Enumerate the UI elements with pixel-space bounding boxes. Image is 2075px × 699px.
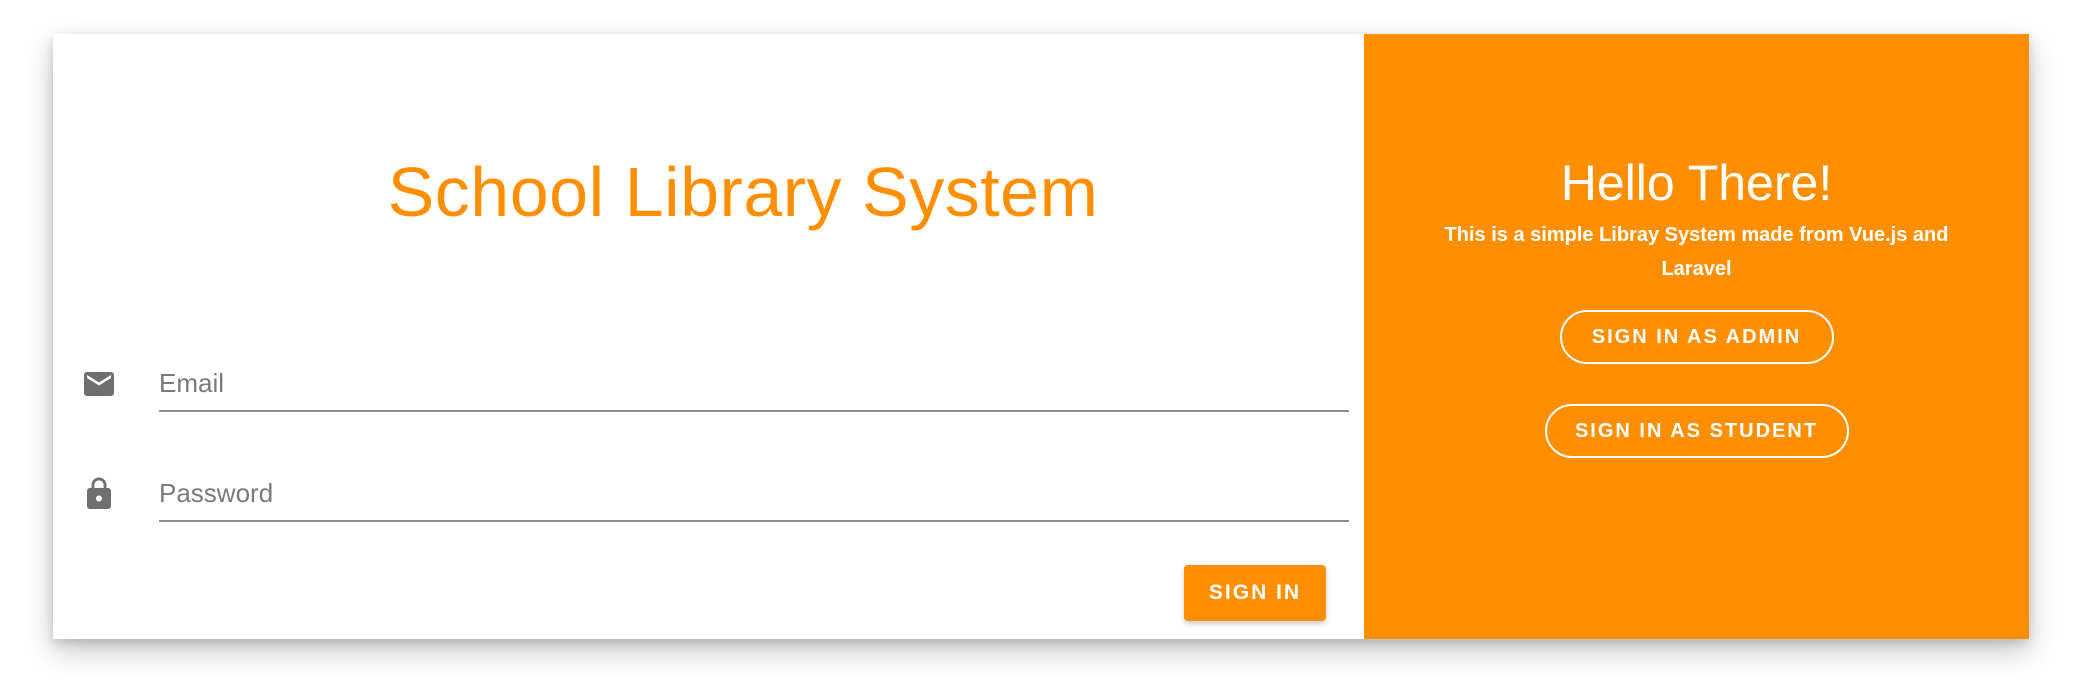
sign-in-as-admin-button[interactable]: SIGN IN AS ADMIN bbox=[1559, 310, 1834, 364]
login-card: School Library System SIGN IN Hello Ther… bbox=[53, 34, 2029, 639]
email-input[interactable] bbox=[159, 356, 1349, 412]
welcome-heading: Hello There! bbox=[1560, 155, 1833, 211]
password-input[interactable] bbox=[159, 466, 1349, 522]
login-panel: School Library System SIGN IN bbox=[53, 34, 1364, 639]
sign-in-button[interactable]: SIGN IN bbox=[1184, 565, 1326, 621]
welcome-subtitle: This is a simple Libray System made from… bbox=[1444, 224, 1949, 280]
email-field-group bbox=[81, 356, 1349, 416]
page-title: School Library System bbox=[387, 153, 1099, 231]
welcome-panel: Hello There! This is a simple Libray Sys… bbox=[1364, 34, 2029, 639]
password-field-group bbox=[81, 466, 1349, 526]
sign-in-as-student-button[interactable]: SIGN IN AS STUDENT bbox=[1544, 404, 1849, 458]
mail-icon bbox=[81, 366, 117, 402]
lock-icon bbox=[81, 476, 117, 512]
